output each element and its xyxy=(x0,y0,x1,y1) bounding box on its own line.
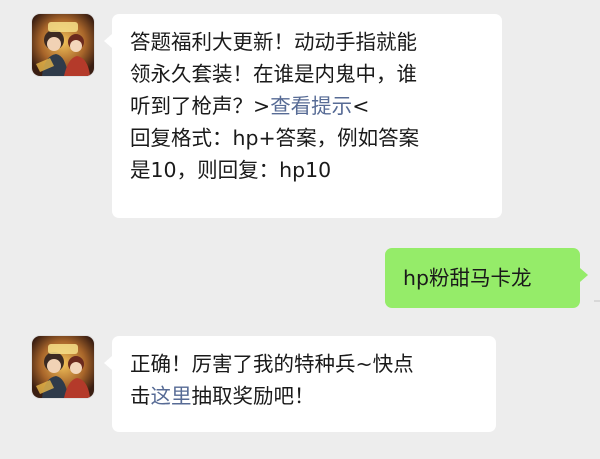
message-line: 听到了枪声？>查看提示< xyxy=(130,90,484,122)
scroll-edge xyxy=(594,300,600,302)
message-bubble-result: 正确！厉害了我的特种兵~快点 击这里抽取奖励吧！ xyxy=(104,336,496,432)
message-text: 击 xyxy=(130,384,151,408)
message-line: 回复格式：hp+答案，例如答案 xyxy=(130,126,420,150)
view-hint-link[interactable]: 查看提示 xyxy=(270,94,352,118)
message-line: hp粉甜马卡龙 xyxy=(403,266,532,290)
message-line: 领永久套装！在谁是内鬼中，谁 xyxy=(130,62,417,86)
message-bubble-reply: hp粉甜马卡龙 xyxy=(385,248,588,308)
claim-reward-link[interactable]: 这里 xyxy=(151,384,192,408)
message-bubble-question: 答题福利大更新！动动手指就能 领永久套装！在谁是内鬼中，谁 听到了枪声？>查看提… xyxy=(104,14,502,218)
message-line: 正确！厉害了我的特种兵~快点 xyxy=(130,352,414,376)
message-text: 抽取奖励吧！ xyxy=(191,384,315,408)
message-text: < xyxy=(352,94,370,118)
message-text: 听到了枪声？> xyxy=(130,94,271,118)
message-line: 击这里抽取奖励吧！ xyxy=(130,380,478,412)
game-character-avatar-icon xyxy=(32,14,94,76)
game-character-avatar-icon xyxy=(32,336,94,398)
message-line: 答题福利大更新！动动手指就能 xyxy=(130,30,417,54)
sender-avatar[interactable] xyxy=(32,14,94,76)
sender-avatar[interactable] xyxy=(32,336,94,398)
message-line: 是10，则回复：hp10 xyxy=(130,158,332,182)
